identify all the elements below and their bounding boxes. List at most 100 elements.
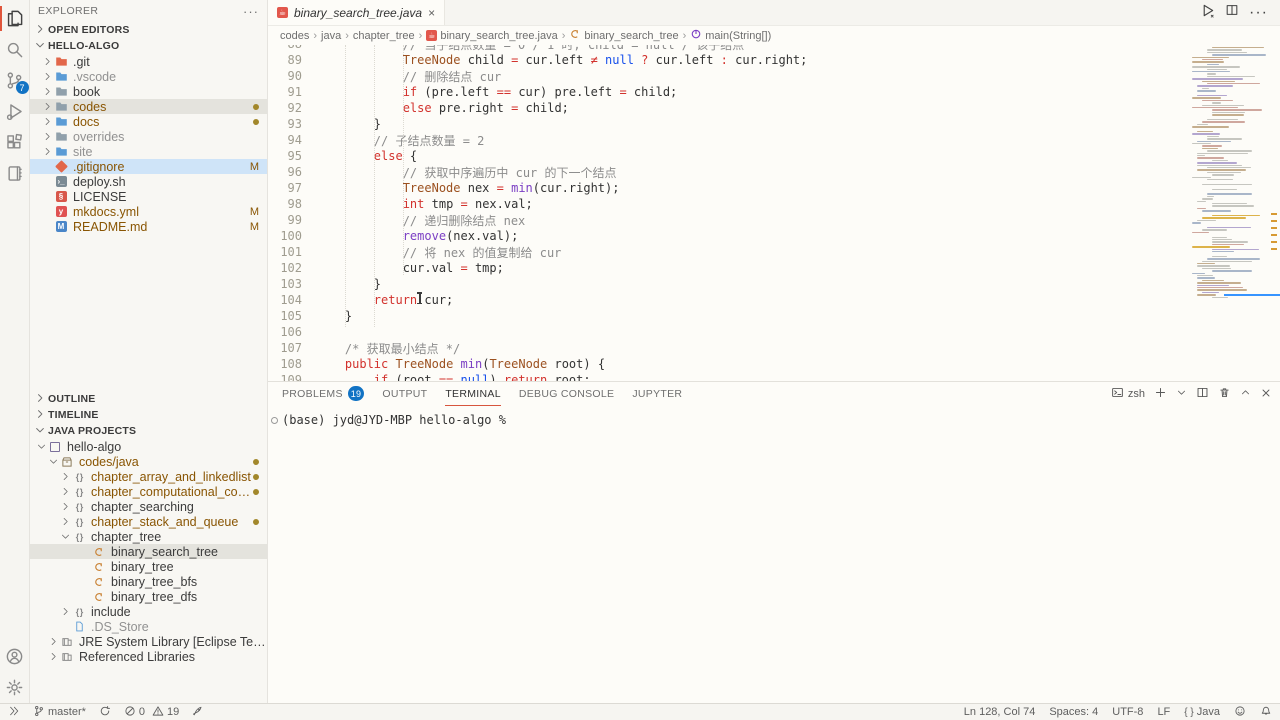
tree-item-binary_search_tree[interactable]: binary_search_tree [30,544,267,559]
tree-item-include[interactable]: { }include [30,604,267,619]
tree-item-README.md[interactable]: MREADME.mdM [30,219,267,234]
tree-item-binary_tree[interactable]: binary_tree [30,559,267,574]
section-java-projects[interactable]: JAVA PROJECTS [30,423,267,439]
feedback-status[interactable] [1234,705,1246,720]
folder-icon [54,131,68,143]
split-editor-icon[interactable] [1225,3,1239,22]
tree-item-book[interactable]: book [30,84,267,99]
activity-bar-notebook[interactable] [0,158,30,189]
panel-tab-debug-console[interactable]: DEBUG CONSOLE [519,382,615,406]
chevron-right-icon [34,408,46,420]
panel-tab-output[interactable]: OUTPUT [382,382,427,406]
code-line-91: 91 if (pre.left == cur) pre.left = child… [268,84,1280,100]
section-open-editors[interactable]: OPEN EDITORS [30,22,267,38]
tree-item-label: deploy.sh [73,175,126,189]
panel-tab-terminal[interactable]: TERMINAL [445,382,501,406]
line-number: 89 [268,53,302,67]
maximize-panel-icon[interactable] [1240,387,1251,401]
tree-item-.vscode[interactable]: .vscode [30,69,267,84]
tree-item-LICENSE[interactable]: §LICENSE [30,189,267,204]
tree-item-chapter_computational_complexity[interactable]: { }chapter_computational_complexity [30,484,267,499]
panel-tab-problems[interactable]: PROBLEMS19 [282,382,364,406]
activity-bar-settings[interactable] [0,672,30,703]
tree-item-Referenced-Libraries[interactable]: Referenced Libraries [30,649,267,664]
breadcrumb-item-1[interactable]: codes [280,30,309,42]
tree-item-chapter_stack_and_queue[interactable]: { }chapter_stack_and_queue [30,514,267,529]
tree-item-codes[interactable]: codes [30,99,267,114]
namespace-icon: { } [72,516,86,528]
code-text: return cur; [316,293,453,307]
tab-binary-search-tree[interactable]: ☕ binary_search_tree.java × [268,0,445,25]
tree-item-chapter_array_and_linkedlist[interactable]: { }chapter_array_and_linkedlist [30,469,267,484]
breadcrumb-label: chapter_tree [353,30,415,42]
chevron-right-icon [42,131,53,142]
code-editor[interactable]: 88 // 当子结点数量 = 0 / 1 时, child = null / 该… [268,45,1280,381]
tree-item-.DS_Store[interactable]: .DS_Store [30,619,267,634]
tree-item-JRE-System-Library-Eclipse-Temurin-17-17...[interactable]: JRE System Library [Eclipse Temurin 17 [… [30,634,267,649]
tree-item-binary_tree_dfs[interactable]: binary_tree_dfs [30,589,267,604]
split-terminal-icon[interactable] [1196,386,1209,402]
tree-item-chapter_searching[interactable]: { }chapter_searching [30,499,267,514]
sync-status[interactable] [99,705,111,720]
breadcrumb-item-5[interactable]: binary_search_tree [569,28,678,43]
modified-dot-badge [253,116,267,128]
line-number: 105 [268,309,302,323]
activity-bar-account[interactable] [0,641,30,672]
terminal-icon [1111,386,1124,399]
tree-item-label: .gitignore [73,160,124,174]
breadcrumb-item-6[interactable]: main(String[]) [690,28,771,43]
tree-item-site[interactable]: site [30,144,267,159]
cursor-position[interactable]: Ln 128, Col 74 [964,706,1036,718]
activity-bar-explorer[interactable] [0,3,30,34]
panel-tab-jupyter[interactable]: JUPYTER [632,382,682,406]
more-actions-icon[interactable]: ··· [1249,4,1268,22]
tree-item-label: codes [73,100,106,114]
tree-item-hello-algo[interactable]: hello-algo [30,439,267,454]
tree-item-binary_tree_bfs[interactable]: binary_tree_bfs [30,574,267,589]
tree-item-chapter_tree[interactable]: { }chapter_tree [30,529,267,544]
chevron-down-icon[interactable] [1176,387,1187,401]
code-line-102: 102 cur.val = tmp; [268,260,1280,276]
tree-item-label: binary_tree [111,560,174,574]
line-number: 109 [268,373,302,381]
code-text: TreeNode child = cur.left ≠ null ? cur.l… [316,53,807,67]
tree-item-overrides[interactable]: overrides [30,129,267,144]
breadcrumb-item-3[interactable]: chapter_tree [353,30,415,42]
activity-bar-search[interactable] [0,34,30,65]
encoding-status[interactable]: UTF-8 [1112,706,1143,718]
tree-item-docs[interactable]: docs [30,114,267,129]
activity-bar-run-debug[interactable] [0,96,30,127]
tree-item-.git[interactable]: .git [30,54,267,69]
close-panel-icon[interactable] [1260,387,1272,402]
section-outline[interactable]: OUTLINE [30,391,267,407]
terminal[interactable]: (base) jyd@JYD-MBP hello-algo % [268,406,1280,703]
notifications-status[interactable] [1260,705,1272,720]
indentation-status[interactable]: Spaces: 4 [1049,706,1098,718]
minimap[interactable] [1190,45,1268,307]
tree-item-.gitignore[interactable]: .gitignoreM [30,159,267,174]
kill-terminal-icon[interactable] [1218,386,1231,402]
tree-item-deploy.sh[interactable]: ›_deploy.sh [30,174,267,189]
run-button[interactable] [1200,3,1215,23]
class-icon [569,28,581,43]
more-actions-icon[interactable]: ··· [243,4,259,19]
activity-bar-extensions[interactable] [0,127,30,158]
sync-icon [99,705,111,720]
language-mode[interactable]: { }Java [1184,706,1220,718]
new-terminal-icon[interactable] [1154,386,1167,402]
line-number: 94 [268,133,302,147]
tree-item-codes-java[interactable]: codes/java [30,454,267,469]
code-line-97: 97 TreeNode nex = min(cur.right); [268,180,1280,196]
git-branch-status[interactable]: master* [33,705,86,720]
launch-status[interactable] [192,705,204,720]
tree-item-mkdocs.yml[interactable]: ymkdocs.ymlM [30,204,267,219]
section-root-folder[interactable]: HELLO-ALGO [30,38,267,54]
breadcrumb-item-4[interactable]: ☕binary_search_tree.java [426,30,557,42]
activity-bar-source-control[interactable]: 7 [0,65,30,96]
remote-indicator[interactable] [8,705,20,720]
section-timeline[interactable]: TIMELINE [30,407,267,423]
problems-status[interactable]: 0 19 [124,705,179,720]
eol-status[interactable]: LF [1157,706,1170,718]
close-icon[interactable]: × [428,6,435,20]
breadcrumb-item-2[interactable]: java [321,30,341,42]
